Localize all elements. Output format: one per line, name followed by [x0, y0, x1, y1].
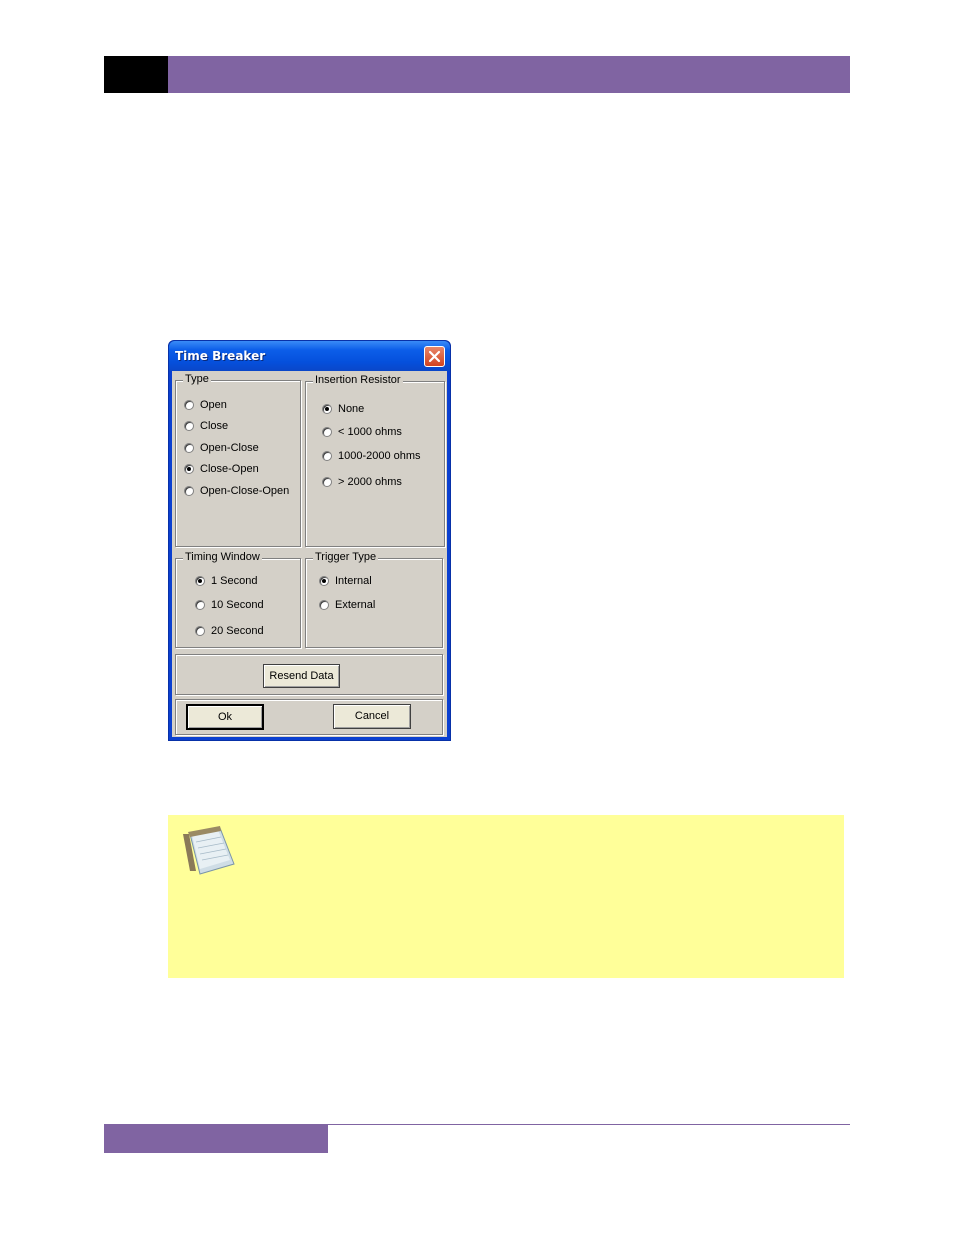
resistor-none-radio[interactable]: [322, 404, 332, 414]
resend-data-button[interactable]: Resend Data: [263, 664, 340, 688]
trigger-internal-label: Internal: [335, 575, 372, 587]
trigger-external-radio[interactable]: [319, 600, 329, 610]
type-open-close-open-label: Open-Close-Open: [200, 485, 290, 497]
resistor-option-gt2000[interactable]: > 2000 ohms: [322, 476, 402, 488]
trigger-option-internal[interactable]: Internal: [319, 575, 372, 587]
notepad-icon: [183, 826, 235, 875]
type-group: Type Open Close Open-Close Close-Open Op…: [175, 373, 301, 547]
insertion-resistor-legend: Insertion Resistor: [313, 374, 403, 386]
close-icon: [428, 350, 441, 363]
header-purple-bar: [168, 56, 850, 93]
type-open-close-radio[interactable]: [184, 443, 194, 453]
type-option-close-open[interactable]: Close-Open: [184, 463, 259, 475]
type-open-close-label: Open-Close: [200, 442, 259, 454]
type-option-close[interactable]: Close: [184, 420, 228, 432]
trigger-internal-radio[interactable]: [319, 576, 329, 586]
resistor-gt2000-radio[interactable]: [322, 477, 332, 487]
resistor-lt1000-label: < 1000 ohms: [338, 426, 402, 438]
resistor-option-lt1000[interactable]: < 1000 ohms: [322, 426, 402, 438]
resistor-gt2000-label: > 2000 ohms: [338, 476, 402, 488]
footer-rule: [328, 1124, 850, 1125]
timing-option-20-second[interactable]: 20 Second: [195, 625, 264, 637]
trigger-type-group: Trigger Type Internal External: [305, 551, 443, 648]
timing-20-second-radio[interactable]: [195, 626, 205, 636]
timing-window-legend: Timing Window: [183, 551, 262, 563]
footer-purple-bar: [104, 1124, 328, 1153]
trigger-external-label: External: [335, 599, 376, 611]
type-close-radio[interactable]: [184, 421, 194, 431]
timing-10-second-radio[interactable]: [195, 600, 205, 610]
resend-panel: Resend Data: [175, 654, 443, 695]
dialog-client-area: Type Open Close Open-Close Close-Open Op…: [172, 371, 447, 737]
resistor-option-none[interactable]: None: [322, 403, 364, 415]
action-panel: Ok Cancel: [175, 699, 443, 735]
insertion-resistor-group: Insertion Resistor None < 1000 ohms 1000…: [305, 374, 445, 547]
time-breaker-dialog: Time Breaker Type Open Close Open-Close: [168, 340, 451, 741]
type-open-radio[interactable]: [184, 400, 194, 410]
resistor-1000-2000-radio[interactable]: [322, 451, 332, 461]
close-button[interactable]: [424, 346, 445, 367]
resistor-none-label: None: [338, 403, 365, 415]
cancel-button[interactable]: Cancel: [333, 704, 411, 729]
timing-20-second-label: 20 Second: [211, 625, 264, 637]
ok-button[interactable]: Ok: [186, 704, 264, 730]
type-option-open-close-open[interactable]: Open-Close-Open: [184, 485, 289, 497]
timing-window-group: Timing Window 1 Second 10 Second 20 Seco…: [175, 551, 301, 648]
timing-1-second-radio[interactable]: [195, 576, 205, 586]
type-option-open[interactable]: Open: [184, 399, 227, 411]
note-box: [168, 815, 844, 978]
resistor-lt1000-radio[interactable]: [322, 427, 332, 437]
dialog-titlebar[interactable]: Time Breaker: [169, 341, 450, 371]
timing-10-second-label: 10 Second: [211, 599, 264, 611]
type-close-label: Close: [200, 420, 229, 432]
timing-option-10-second[interactable]: 10 Second: [195, 599, 264, 611]
resistor-option-1000-2000[interactable]: 1000-2000 ohms: [322, 450, 421, 462]
trigger-option-external[interactable]: External: [319, 599, 375, 611]
type-close-open-radio[interactable]: [184, 464, 194, 474]
type-group-legend: Type: [183, 373, 211, 385]
type-open-close-open-radio[interactable]: [184, 486, 194, 496]
type-option-open-close[interactable]: Open-Close: [184, 442, 259, 454]
type-close-open-label: Close-Open: [200, 463, 259, 475]
header-black-block: [104, 56, 168, 93]
timing-option-1-second[interactable]: 1 Second: [195, 575, 257, 587]
timing-1-second-label: 1 Second: [211, 575, 258, 587]
dialog-title: Time Breaker: [175, 349, 266, 363]
resistor-1000-2000-label: 1000-2000 ohms: [338, 450, 421, 462]
type-open-label: Open: [200, 399, 227, 411]
trigger-type-legend: Trigger Type: [313, 551, 379, 563]
